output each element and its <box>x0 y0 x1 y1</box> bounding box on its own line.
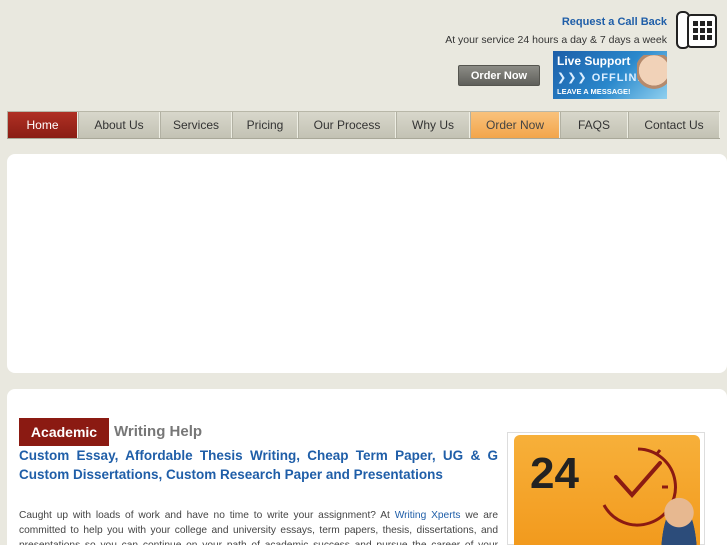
live-support-status: ❯❯❯ OFFLINE <box>557 71 646 84</box>
page-headline: Custom Essay, Affordable Thesis Writing,… <box>19 448 498 482</box>
service-hours-text: At your service 24 hours a day & 7 days … <box>445 34 667 46</box>
support-24-box: 24 <box>507 432 705 545</box>
section-title: Writing Help <box>114 423 203 440</box>
writing-xperts-link[interactable]: Writing Xperts <box>395 510 461 521</box>
nav-item-our-process[interactable]: Our Process <box>298 112 396 138</box>
nav-item-about-us[interactable]: About Us <box>78 112 160 138</box>
arrows-icon: ❯❯❯ <box>557 72 588 84</box>
nav-item-contact-us[interactable]: Contact Us <box>628 112 720 138</box>
intro-paragraph: Caught up with loads of work and have no… <box>19 508 498 545</box>
callback-link[interactable]: Request a Call Back <box>562 16 667 28</box>
live-support-message: LEAVE A MESSAGE! <box>557 87 631 96</box>
order-now-button[interactable]: Order Now <box>458 65 540 86</box>
live-support-title: Live Support <box>557 54 631 68</box>
nav-item-services[interactable]: Services <box>160 112 232 138</box>
main-nav: Home About Us Services Pricing Our Proce… <box>7 111 720 139</box>
live-support-banner[interactable]: Live Support ❯❯❯ OFFLINE LEAVE A MESSAGE… <box>553 51 667 99</box>
nav-item-pricing[interactable]: Pricing <box>232 112 298 138</box>
section-tag: Academic <box>19 418 109 446</box>
box-24-number: 24 <box>530 449 579 498</box>
nav-item-home[interactable]: Home <box>7 112 78 138</box>
nav-item-order-now[interactable]: Order Now <box>470 112 560 138</box>
support-agent-image <box>637 55 667 99</box>
support-agent-image <box>658 494 700 545</box>
nav-item-why-us[interactable]: Why Us <box>396 112 470 138</box>
nav-item-faqs[interactable]: FAQS <box>560 112 628 138</box>
intro-text-1: Caught up with loads of work and have no… <box>19 510 390 521</box>
banner-area <box>7 154 727 373</box>
phone-icon <box>676 11 717 49</box>
